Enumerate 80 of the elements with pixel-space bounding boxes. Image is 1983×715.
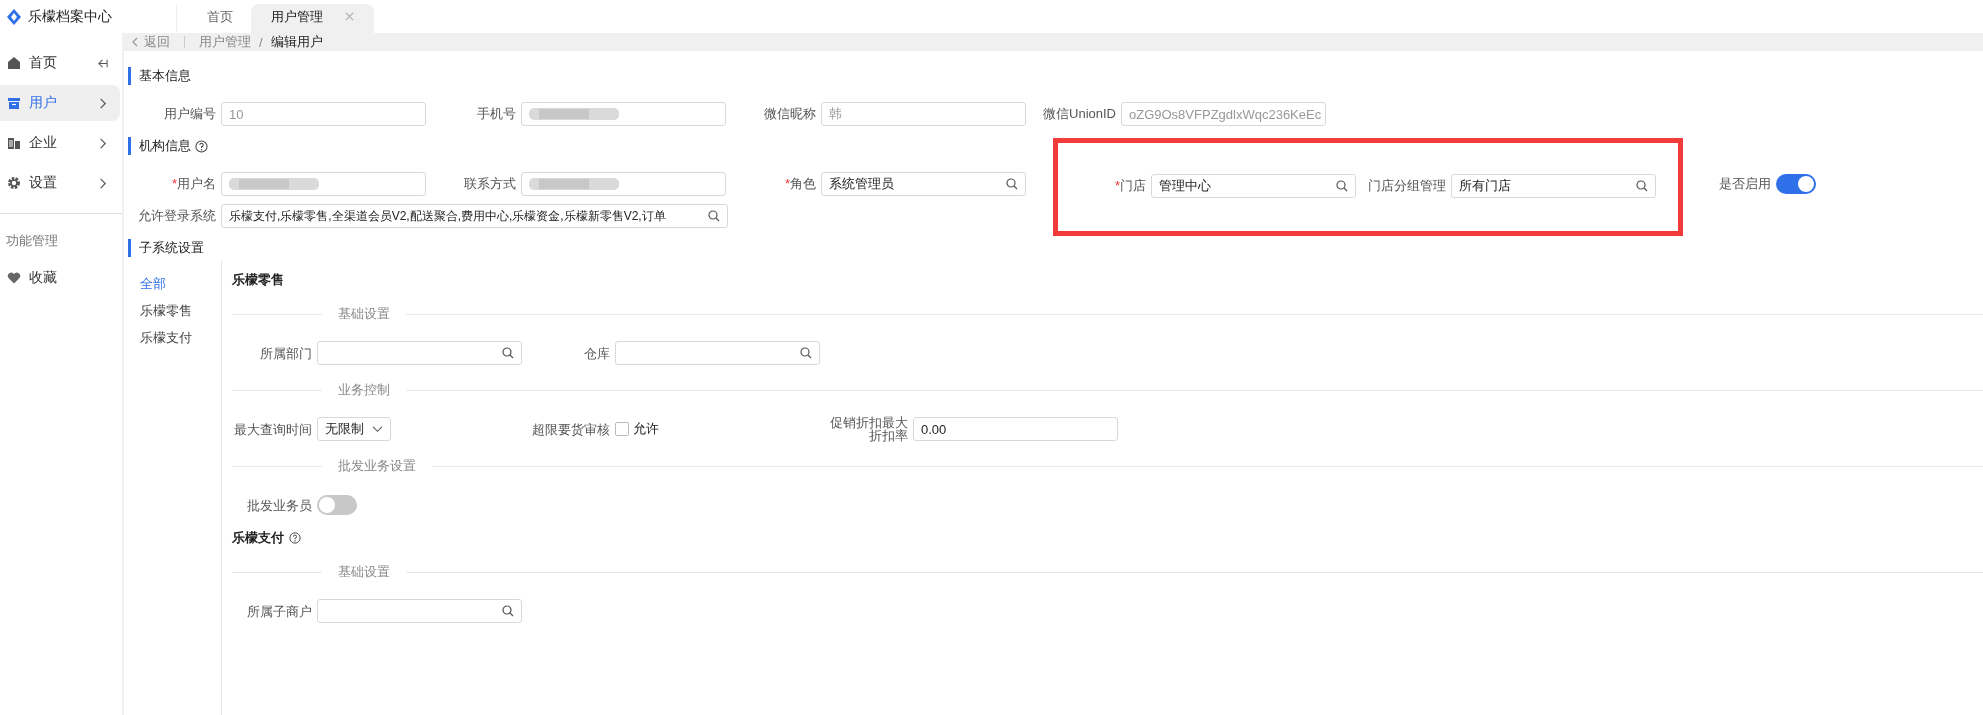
search-field[interactable] <box>615 341 820 365</box>
search-icon <box>708 210 720 222</box>
divider-title: 业务控制 <box>338 381 390 399</box>
field-label: 是否启用 <box>1718 175 1771 193</box>
subsystem-nav-item[interactable]: 乐檬支付 <box>140 324 221 351</box>
field-label: 微信昵称 <box>763 105 816 123</box>
section-title: 子系统设置 <box>139 239 204 257</box>
field-label: 允许登录系统 <box>137 207 216 225</box>
sidebar-item[interactable]: 用户 <box>0 85 120 121</box>
chevron-down-icon <box>372 425 383 433</box>
search-field[interactable]: 所有门店 <box>1451 173 1656 198</box>
search-icon <box>1636 179 1648 192</box>
chevron-right-icon <box>97 97 108 109</box>
section-title: 机构信息 <box>139 137 191 155</box>
checkbox-label: 允许 <box>633 420 659 438</box>
input-field[interactable] <box>221 172 426 196</box>
field-label: 用户编号 <box>163 105 216 123</box>
breadcrumb-separator: / <box>259 34 263 50</box>
input-field[interactable] <box>521 172 726 196</box>
field-label: 超限要货审核 <box>531 422 610 436</box>
field-label: 门店分组管理 <box>1367 176 1446 195</box>
search-field[interactable] <box>317 599 522 623</box>
search-icon <box>1006 178 1018 190</box>
search-icon <box>502 347 514 359</box>
logo-icon <box>6 8 22 25</box>
field-label: *门店 <box>1113 176 1146 195</box>
help-icon[interactable] <box>289 532 301 544</box>
field-label: 所属子商户 <box>246 604 312 618</box>
breadcrumb-item: 编辑用户 <box>270 33 323 51</box>
checkbox-box[interactable] <box>615 422 629 436</box>
field-label: 微信UnionID <box>1042 105 1116 123</box>
checkbox[interactable]: 允许 <box>615 420 659 438</box>
search-field[interactable]: 乐檬支付,乐檬零售,全渠道会员V2,配送聚合,费用中心,乐檬资金,乐檬新零售V2,订单 <box>221 204 728 228</box>
field-label: 促销折扣最大折扣率 <box>829 416 908 442</box>
tab[interactable]: 用户管理 <box>251 4 374 33</box>
field-label: 批发业务员 <box>246 498 312 512</box>
section-title: 基本信息 <box>139 67 191 85</box>
sidebar-section-title: 功能管理 <box>5 232 59 250</box>
divider-title: 批发业务设置 <box>338 457 416 475</box>
subsystem-nav-item[interactable]: 乐檬零售 <box>140 297 221 324</box>
collapse-icon[interactable] <box>97 57 108 69</box>
input-field[interactable]: 0.00 <box>913 417 1118 441</box>
field-label: 联系方式 <box>463 175 516 193</box>
help-icon[interactable] <box>195 139 208 153</box>
field-label: 最大查询时间 <box>233 422 312 436</box>
sidebar-item[interactable]: 企业 <box>0 125 120 161</box>
search-icon <box>502 605 514 617</box>
chevron-right-icon <box>97 137 108 149</box>
sidebar-item[interactable]: 设置 <box>0 165 120 201</box>
app-title: 乐檬档案中心 <box>28 7 112 26</box>
close-icon[interactable] <box>345 12 354 21</box>
heart-icon <box>7 271 21 285</box>
chevron-left-icon <box>132 37 138 47</box>
toggle-switch[interactable] <box>317 495 357 515</box>
search-icon <box>1336 179 1348 192</box>
inbox-icon <box>7 96 21 110</box>
chevron-right-icon <box>97 177 108 189</box>
dropdown[interactable]: 无限制 <box>317 417 391 441</box>
sidebar-item[interactable]: 首页 <box>0 45 120 81</box>
home-icon <box>7 56 21 70</box>
search-field[interactable]: 系统管理员 <box>821 172 1026 196</box>
field-label: 仓库 <box>583 346 610 360</box>
subsystem-nav-item[interactable]: 全部 <box>140 270 221 297</box>
divider-title: 基础设置 <box>338 305 390 323</box>
field-label: 所属部门 <box>259 346 312 360</box>
field-label: 手机号 <box>476 105 516 123</box>
toggle-switch[interactable] <box>1776 174 1816 194</box>
search-icon <box>800 347 812 359</box>
group-title: 乐檬零售 <box>232 271 284 289</box>
search-field[interactable]: 管理中心 <box>1151 173 1356 198</box>
field-label: *用户名 <box>170 175 216 193</box>
input-field[interactable] <box>521 102 726 126</box>
building-icon <box>7 136 21 150</box>
settings-icon <box>7 176 21 190</box>
tab[interactable]: 首页 <box>189 4 251 33</box>
search-field[interactable] <box>317 341 522 365</box>
group-title: 乐檬支付 <box>232 529 284 547</box>
field-label: *角色 <box>783 175 816 193</box>
sidebar-item[interactable]: 收藏 <box>0 260 120 296</box>
divider-title: 基础设置 <box>338 563 390 581</box>
